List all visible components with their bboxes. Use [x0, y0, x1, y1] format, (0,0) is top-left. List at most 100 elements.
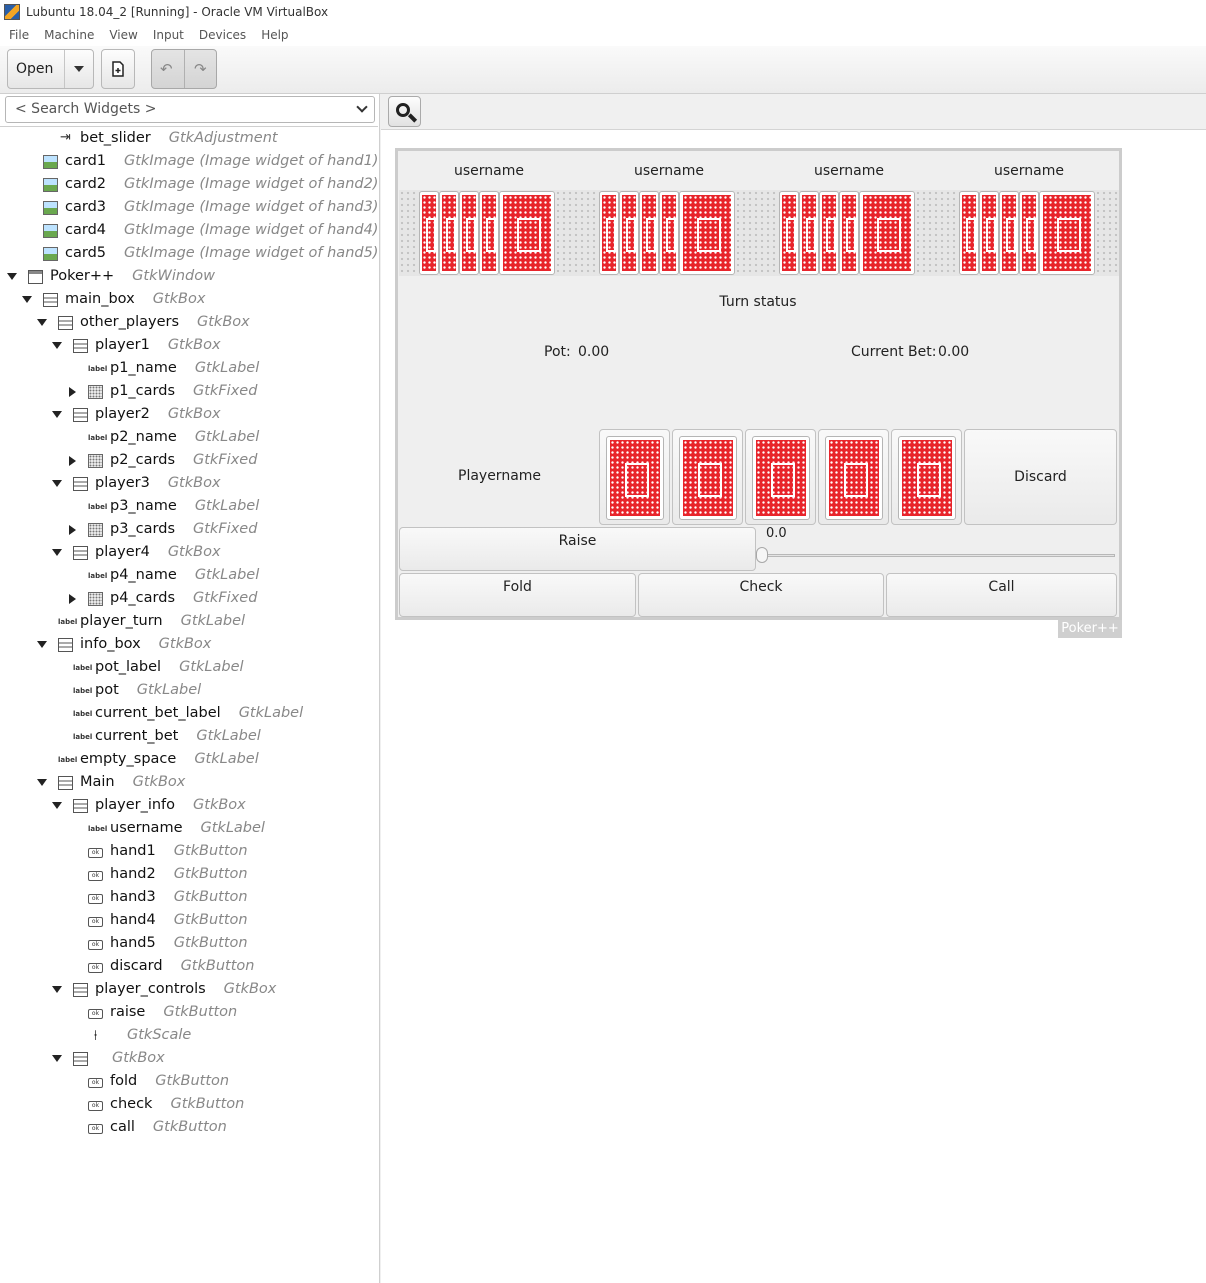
dropdown-arrow-icon[interactable] [74, 66, 84, 72]
expander-open-icon[interactable] [52, 342, 62, 349]
design-canvas: username username username username Turn… [381, 94, 1206, 1283]
tree-row[interactable]: ok raise GtkButton [0, 1002, 378, 1025]
tree-row[interactable]: ok check GtkButton [0, 1094, 378, 1117]
tree-row[interactable]: ok hand3 GtkButton [0, 887, 378, 910]
tree-row[interactable]: label username GtkLabel [0, 818, 378, 841]
expander-open-icon[interactable] [37, 641, 47, 648]
tree-row[interactable]: label pot_label GtkLabel [0, 657, 378, 680]
expander-open-icon[interactable] [52, 480, 62, 487]
widget-type: GtkButton [155, 1073, 230, 1089]
expander-open-icon[interactable] [7, 273, 17, 280]
tree-row[interactable]: card3 GtkImage (Image widget of hand3) [0, 197, 378, 220]
tree-row[interactable]: p2_cards GtkFixed [0, 450, 378, 473]
widget-type: GtkImage (Image widget of hand4) [124, 222, 378, 238]
hand3-button[interactable] [745, 429, 816, 525]
redo-icon[interactable]: ↷ [194, 60, 207, 78]
tree-row[interactable]: p3_cards GtkFixed [0, 519, 378, 542]
expander-closed-icon[interactable] [69, 594, 76, 604]
menu-view[interactable]: View [109, 28, 137, 42]
widget-type: GtkBox [197, 314, 250, 330]
tree-row[interactable]: label current_bet_label GtkLabel [0, 703, 378, 726]
box-widget-icon [73, 546, 88, 560]
expander-closed-icon[interactable] [69, 525, 76, 535]
bet-slider-track[interactable] [760, 554, 1115, 557]
player2-name: username [634, 163, 704, 179]
search-button[interactable] [388, 96, 421, 127]
tree-row[interactable]: ok hand4 GtkButton [0, 910, 378, 933]
expander-open-icon[interactable] [37, 779, 47, 786]
hand1-button[interactable] [599, 429, 670, 525]
tree-row[interactable]: GtkBox [0, 1048, 378, 1071]
tree-row[interactable]: ok discard GtkButton [0, 956, 378, 979]
hand2-button[interactable] [672, 429, 743, 525]
tree-row[interactable]: card2 GtkImage (Image widget of hand2) [0, 174, 378, 197]
new-document-button[interactable] [101, 49, 135, 89]
bet-slider-handle[interactable] [756, 547, 768, 563]
tree-row[interactable]: ok hand1 GtkButton [0, 841, 378, 864]
tree-row[interactable]: player4 GtkBox [0, 542, 378, 565]
tree-row[interactable]: ok hand5 GtkButton [0, 933, 378, 956]
fold-button[interactable]: Fold [399, 573, 636, 617]
tree-row[interactable]: label p2_name GtkLabel [0, 427, 378, 450]
tree-row[interactable]: player_controls GtkBox [0, 979, 378, 1002]
tree-row[interactable]: p1_cards GtkFixed [0, 381, 378, 404]
menu-devices[interactable]: Devices [199, 28, 246, 42]
card-back [819, 191, 839, 275]
hand4-button[interactable] [818, 429, 889, 525]
expander-open-icon[interactable] [37, 319, 47, 326]
widget-name: player3 [95, 475, 150, 491]
expander-open-icon[interactable] [52, 1055, 62, 1062]
card-back [1039, 191, 1095, 275]
expander-open-icon[interactable] [52, 986, 62, 993]
discard-button[interactable]: Discard [964, 429, 1117, 525]
tree-row[interactable]: player_info GtkBox [0, 795, 378, 818]
tree-row[interactable]: Poker++ GtkWindow [0, 266, 378, 289]
tree-row[interactable]: card5 GtkImage (Image widget of hand5) [0, 243, 378, 266]
tree-row[interactable]: ok fold GtkButton [0, 1071, 378, 1094]
card-back [959, 191, 979, 275]
menu-machine[interactable]: Machine [44, 28, 94, 42]
tree-row[interactable]: ⇥ bet_slider GtkAdjustment [0, 128, 378, 151]
tree-row[interactable]: other_players GtkBox [0, 312, 378, 335]
tree-row[interactable]: label pot GtkLabel [0, 680, 378, 703]
expander-open-icon[interactable] [52, 411, 62, 418]
tree-row[interactable]: label p1_name GtkLabel [0, 358, 378, 381]
raise-button[interactable]: Raise [399, 527, 756, 571]
tree-row[interactable]: player1 GtkBox [0, 335, 378, 358]
tree-row[interactable]: main_box GtkBox [0, 289, 378, 312]
check-button[interactable]: Check [638, 573, 884, 617]
expander-closed-icon[interactable] [69, 456, 76, 466]
open-button[interactable]: Open [7, 49, 94, 89]
menu-file[interactable]: File [9, 28, 29, 42]
expander-open-icon[interactable] [22, 296, 32, 303]
tree-row[interactable]: card1 GtkImage (Image widget of hand1) [0, 151, 378, 174]
tree-row[interactable]: label current_bet GtkLabel [0, 726, 378, 749]
menu-help[interactable]: Help [261, 28, 288, 42]
tree-row[interactable]: ok call GtkButton [0, 1117, 378, 1140]
label-widget-icon: label [58, 756, 78, 764]
label-widget-icon: label [88, 365, 108, 373]
tree-row[interactable]: player2 GtkBox [0, 404, 378, 427]
tree-row[interactable]: label player_turn GtkLabel [0, 611, 378, 634]
tree-row[interactable]: p4_cards GtkFixed [0, 588, 378, 611]
fixed-widget-icon [88, 592, 103, 606]
tree-row[interactable]: label p4_name GtkLabel [0, 565, 378, 588]
tree-row[interactable]: info_box GtkBox [0, 634, 378, 657]
tree-row[interactable]: label empty_space GtkLabel [0, 749, 378, 772]
call-button[interactable]: Call [886, 573, 1117, 617]
tree-row[interactable]: card4 GtkImage (Image widget of hand4) [0, 220, 378, 243]
tree-row[interactable]: Main GtkBox [0, 772, 378, 795]
expander-open-icon[interactable] [52, 802, 62, 809]
chevron-down-icon[interactable] [356, 101, 368, 113]
widget-name: username [110, 820, 183, 836]
undo-icon[interactable]: ↶ [160, 60, 173, 78]
hand5-button[interactable] [891, 429, 962, 525]
expander-open-icon[interactable] [52, 549, 62, 556]
tree-row[interactable]: ⍿ GtkScale [0, 1025, 378, 1048]
search-widgets-field[interactable]: < Search Widgets > [5, 96, 375, 123]
tree-row[interactable]: player3 GtkBox [0, 473, 378, 496]
menu-input[interactable]: Input [153, 28, 184, 42]
expander-closed-icon[interactable] [69, 387, 76, 397]
tree-row[interactable]: label p3_name GtkLabel [0, 496, 378, 519]
tree-row[interactable]: ok hand2 GtkButton [0, 864, 378, 887]
